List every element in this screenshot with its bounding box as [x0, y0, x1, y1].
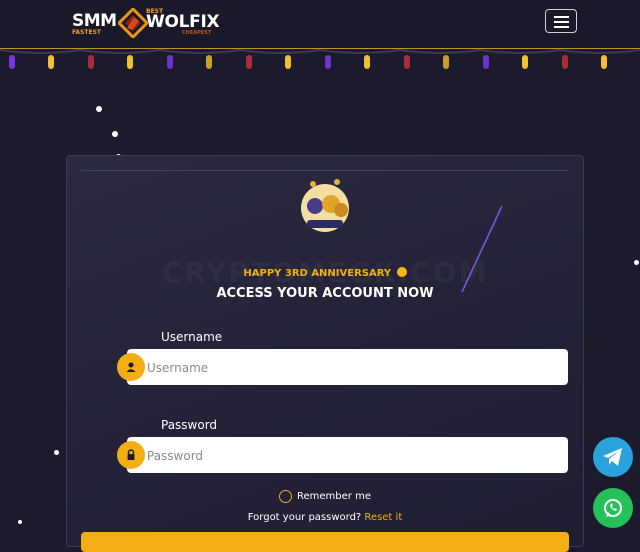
reset-password-link[interactable]: Reset it — [364, 512, 402, 523]
login-panel: CRYPTOMEGK.COM HAPPY 3RD ANNIVERSARY ACC… — [66, 155, 584, 552]
hamburger-icon — [554, 26, 569, 28]
forgot-password-row: Forgot your password? Reset it — [67, 512, 583, 523]
remember-me-row[interactable]: Remember me — [279, 490, 371, 503]
password-input[interactable] — [145, 437, 549, 475]
site-logo[interactable]: SMM FASTEST BEST WOLFIX CHEAPEST — [70, 8, 220, 40]
anniversary-text: HAPPY 3RD ANNIVERSARY — [67, 267, 583, 279]
snow-dot — [634, 260, 639, 265]
whatsapp-icon — [604, 499, 622, 517]
panel-divider — [81, 170, 569, 171]
username-field[interactable] — [127, 349, 568, 387]
hamburger-icon — [554, 16, 569, 18]
shooting-star-decoration — [461, 205, 503, 293]
whatsapp-button[interactable] — [593, 488, 633, 528]
login-heading: ACCESS YOUR ACCOUNT NOW — [216, 286, 434, 301]
menu-toggle-button[interactable] — [545, 9, 577, 33]
string-lights-decoration — [0, 48, 640, 69]
forgot-password-text: Forgot your password? — [247, 512, 362, 523]
anniversary-label: HAPPY 3RD ANNIVERSARY — [243, 268, 392, 279]
snow-dot — [54, 450, 59, 455]
login-button[interactable] — [81, 532, 569, 552]
logo-fastest-text: FASTEST — [72, 29, 101, 36]
user-icon — [117, 353, 145, 381]
hamburger-icon — [554, 21, 569, 23]
remember-me-label: Remember me — [297, 491, 371, 502]
telegram-icon — [603, 448, 622, 466]
logo-emblem-icon — [118, 8, 148, 38]
password-label: Password — [161, 418, 218, 432]
lock-icon — [117, 441, 145, 469]
remember-me-checkbox[interactable] — [279, 490, 292, 503]
logo-cheapest-text: CHEAPEST — [182, 30, 212, 36]
telegram-button[interactable] — [593, 437, 633, 477]
anniversary-mascot-image — [301, 179, 349, 232]
logo-wolfix-text: WOLFIX — [146, 12, 220, 32]
snow-dot — [18, 520, 22, 524]
username-input[interactable] — [145, 349, 549, 387]
snow-dot — [112, 131, 118, 137]
password-field[interactable] — [127, 437, 568, 475]
top-navbar: SMM FASTEST BEST WOLFIX CHEAPEST — [0, 0, 640, 49]
snow-dot — [96, 106, 102, 112]
smiley-icon — [396, 267, 407, 277]
logo-smm-text: SMM — [72, 11, 117, 31]
username-label: Username — [161, 330, 223, 344]
